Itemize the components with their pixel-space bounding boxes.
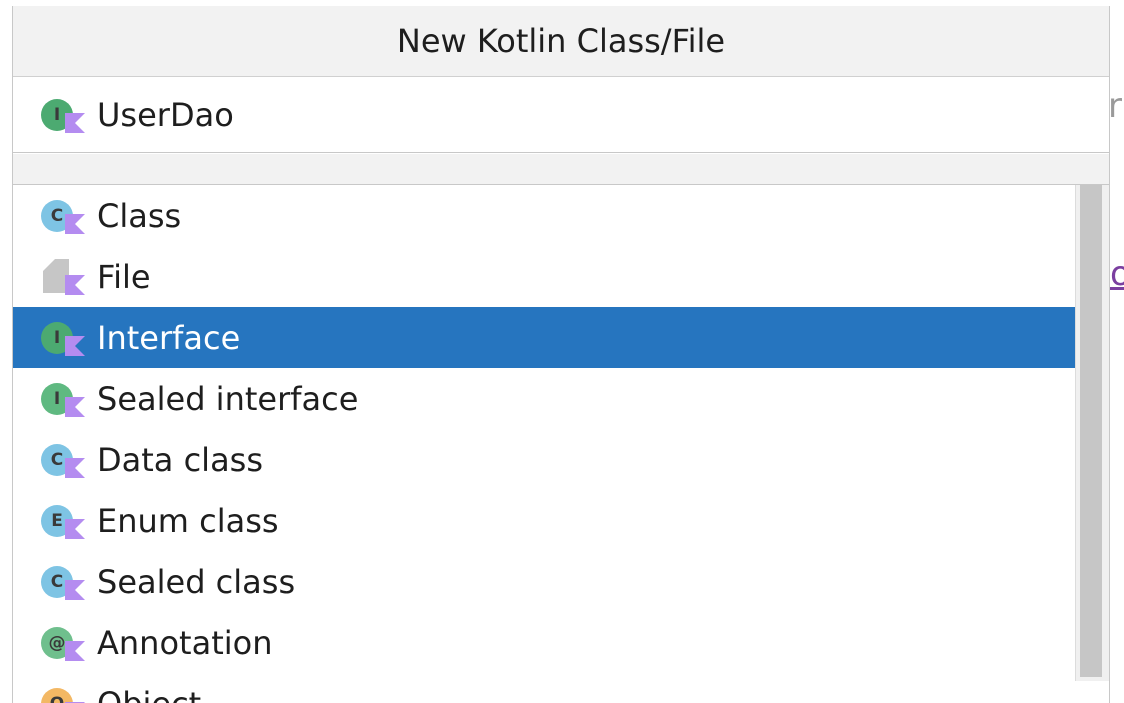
background-link-fragment: o [1110, 254, 1124, 294]
section-separator [13, 154, 1109, 185]
kind-item-label: Object [97, 685, 201, 703]
kind-item-sealed-interface[interactable]: I Sealed interface [13, 368, 1109, 429]
class-icon: C [41, 198, 85, 234]
kind-item-annotation[interactable]: @ Annotation [13, 612, 1109, 673]
kind-item-class[interactable]: C Class [13, 185, 1109, 246]
popup-title: New Kotlin Class/File [13, 6, 1109, 77]
object-icon: O [41, 686, 85, 703]
scrollbar-thumb[interactable] [1080, 185, 1102, 677]
file-icon [41, 258, 85, 295]
kind-item-file[interactable]: File [13, 246, 1109, 307]
kind-item-enum-class[interactable]: E Enum class [13, 490, 1109, 551]
kind-item-interface[interactable]: I Interface [13, 307, 1109, 368]
sealed-interface-icon: I [41, 381, 85, 417]
name-field-row[interactable]: I [13, 77, 1109, 153]
kind-item-label: Data class [97, 440, 264, 479]
class-name-input[interactable] [97, 95, 997, 134]
interface-icon: I [41, 320, 85, 356]
background-editor-fragment: r [1108, 86, 1122, 126]
data-class-icon: C [41, 442, 85, 478]
kind-item-label: Annotation [97, 623, 273, 662]
kind-item-label: Sealed interface [97, 379, 359, 418]
kind-item-label: Class [97, 196, 182, 235]
kind-item-object[interactable]: O Object [13, 673, 1109, 703]
sealed-class-icon: C [41, 564, 85, 600]
kind-item-label: File [97, 257, 151, 296]
kind-item-data-class[interactable]: C Data class [13, 429, 1109, 490]
enum-class-icon: E [41, 503, 85, 539]
kind-item-sealed-class[interactable]: C Sealed class [13, 551, 1109, 612]
annotation-icon: @ [41, 625, 85, 661]
new-kotlin-class-popup: New Kotlin Class/File I C Class File I Inter… [12, 6, 1110, 703]
kind-list: C Class File I Interface I Sealed interface C Da… [13, 185, 1109, 703]
interface-icon: I [41, 97, 85, 133]
kind-item-label: Sealed class [97, 562, 296, 601]
kind-list-scrollbar[interactable] [1075, 185, 1109, 681]
kind-item-label: Interface [97, 318, 241, 357]
kind-item-label: Enum class [97, 501, 279, 540]
